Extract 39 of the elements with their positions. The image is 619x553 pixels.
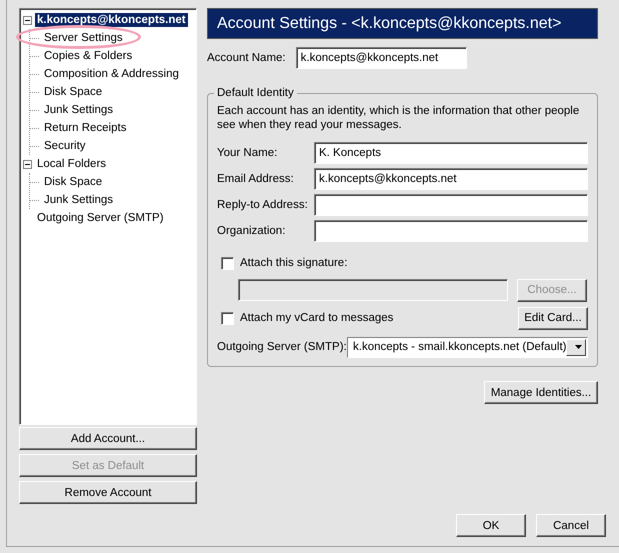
tree-item[interactable]: Junk Settings — [42, 103, 116, 117]
field-label: Outgoing Server (SMTP): — [217, 341, 347, 353]
text-field[interactable]: k.koncepts@kkoncepts.net — [314, 168, 588, 190]
field-label: Your Name: — [217, 147, 278, 159]
field-label: Organization: — [217, 225, 286, 237]
tree-item[interactable]: Junk Settings — [42, 193, 116, 207]
tree-item[interactable]: Copies & Folders — [42, 49, 134, 63]
tree-item[interactable]: Composition & Addressing — [42, 67, 181, 81]
checkbox[interactable] — [221, 312, 234, 324]
account-name-field[interactable]: k.koncepts@kkoncepts.net — [296, 47, 467, 69]
text-field[interactable] — [314, 194, 588, 216]
dialog-button[interactable]: OK — [456, 514, 526, 537]
field-label: Email Address: — [217, 173, 295, 185]
checkbox-label: Attach this signature: — [240, 257, 348, 269]
tree-item[interactable]: Local Folders — [35, 157, 108, 171]
edit-card-button[interactable]: Edit Card... — [518, 306, 588, 330]
manage-identities-button[interactable]: Manage Identities... — [484, 381, 598, 404]
group-title: Default Identity — [216, 87, 295, 99]
collapse-icon[interactable] — [23, 16, 32, 24]
tree-item[interactable]: Disk Space — [42, 175, 104, 189]
smtp-server-dropdown[interactable]: k.koncepts - smail.kkoncepts.net (Default) — [347, 336, 588, 358]
account-button[interactable]: Remove Account — [19, 481, 197, 504]
tree-item[interactable]: Server Settings — [42, 31, 125, 45]
field-label: Reply-to Address: — [217, 199, 309, 211]
tree-item[interactable]: Outgoing Server (SMTP) — [35, 211, 166, 225]
tree-item[interactable]: k.koncepts@kkoncepts.net — [35, 13, 188, 27]
text-field[interactable]: K. Koncepts — [314, 142, 588, 164]
checkbox-label: Attach my vCard to messages — [240, 312, 394, 324]
description-text: Each account has an identity, which is the information that other people see when they read your messages. — [217, 104, 580, 132]
collapse-icon[interactable] — [23, 160, 32, 168]
tree-item[interactable]: Disk Space — [42, 85, 104, 99]
account-button[interactable]: Add Account... — [19, 427, 197, 450]
tree-item[interactable]: Return Receipts — [42, 121, 128, 135]
dialog-button[interactable]: Cancel — [536, 514, 606, 537]
field-label: Account Name: — [207, 52, 286, 64]
text-field[interactable] — [314, 220, 588, 242]
tree-item[interactable]: Security — [42, 139, 88, 153]
page-title: Account Settings - <k.koncepts@kkoncepts.net> — [207, 8, 598, 39]
dropdown-arrow-icon — [575, 345, 582, 349]
